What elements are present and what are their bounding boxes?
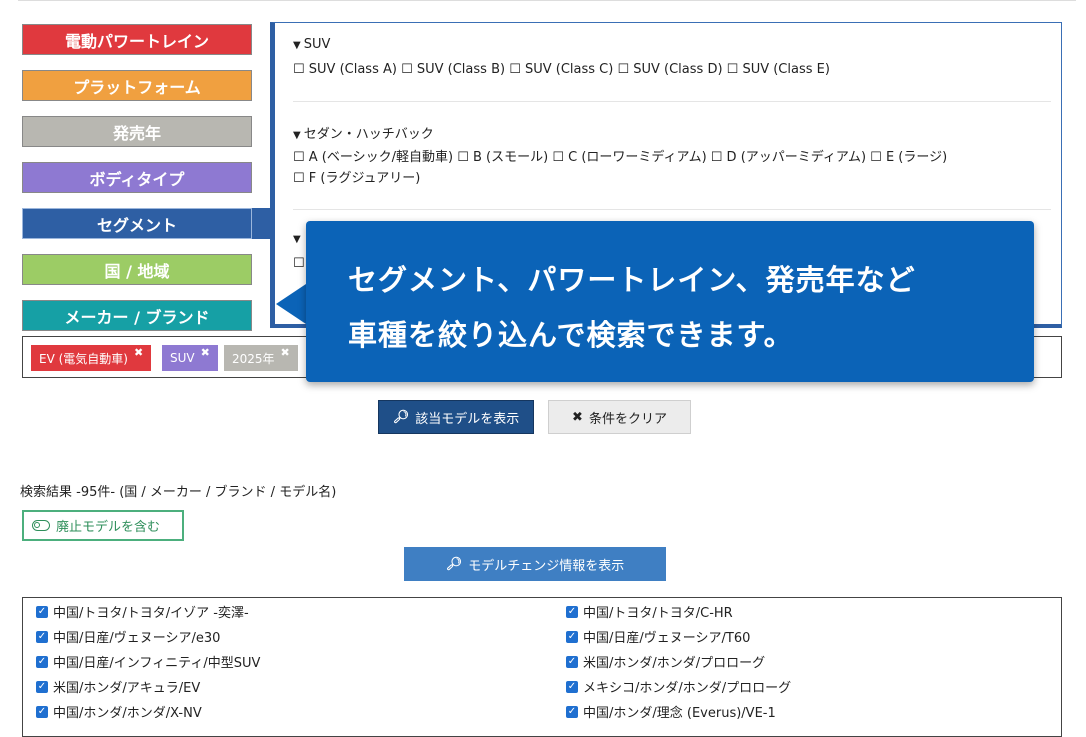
category-segment-button[interactable]: セグメント [22,208,252,239]
checkbox-checked-icon[interactable]: ✓ [36,605,48,618]
list-item[interactable]: ✓ メキシコ/ホンダ/ホンダ/プロローグ [566,677,791,696]
list-item[interactable]: ✓ 中国/日産/インフィニティ/中型SUV [36,652,260,671]
category-ev-powertrain-button[interactable]: 電動パワートレイン [22,24,252,55]
list-item[interactable]: ✓ 米国/ホンダ/アキュラ/EV [36,677,200,696]
results-title: 検索結果 -95件- (国 / メーカー / ブランド / モデル名) [20,485,337,500]
search-icon: 🔎︎ [392,409,410,425]
list-item[interactable]: ✓ 米国/ホンダ/ホンダ/プロローグ [566,652,765,671]
toggle-icon [32,520,50,531]
list-item[interactable]: ✓ 中国/ホンダ/ホンダ/X-NV [36,702,202,721]
category-maker-brand-button[interactable]: メーカー / ブランド [22,300,252,331]
remove-icon[interactable]: ✖ [134,346,143,359]
caret-down-icon: ▼ [293,234,301,245]
sedan-options-row1[interactable]: ☐ A (ベーシック/軽自動車) ☐ B (スモール) ☐ C (ローワーミディ… [293,147,1053,168]
show-models-button[interactable]: 🔎︎ 該当モデルを表示 [378,400,534,434]
checkbox-checked-icon[interactable]: ✓ [36,655,48,668]
group-header-3[interactable]: ▼ [293,231,304,246]
x-icon: ✖ [572,409,583,425]
clear-conditions-button[interactable]: ✖ 条件をクリア [548,400,691,434]
checkbox-checked-icon[interactable]: ✓ [36,630,48,643]
list-item[interactable]: ✓ 中国/日産/ヴェヌーシア/e30 [36,627,220,646]
checkbox-checked-icon[interactable]: ✓ [566,705,578,718]
checkbox-checked-icon[interactable]: ✓ [36,680,48,693]
list-item[interactable]: ✓ 中国/日産/ヴェヌーシア/T60 [566,627,750,646]
checkbox-checked-icon[interactable]: ✓ [566,630,578,643]
chip-ev[interactable]: EV (電気自動車) ✖ [31,345,152,371]
category-country-region-button[interactable]: 国 / 地域 [22,254,252,285]
category-platform-button[interactable]: プラットフォーム [22,70,252,101]
top-divider [18,0,1076,1]
chip-2025[interactable]: 2025年 ✖ [224,345,298,371]
checkbox-checked-icon[interactable]: ✓ [36,705,48,718]
help-tooltip: セグメント、パワートレイン、発売年など 車種を絞り込んで検索できます。 [306,221,1034,382]
tooltip-arrow [276,284,306,324]
checkbox-checked-icon[interactable]: ✓ [566,680,578,693]
divider [293,209,1051,210]
category-release-year-button[interactable]: 発売年 [22,116,252,147]
list-item[interactable]: ✓ 中国/トヨタ/トヨタ/イゾア -奕澤- [36,602,249,621]
divider [293,101,1051,102]
search-icon: 🔎︎ [445,556,463,572]
checkbox-checked-icon[interactable]: ✓ [566,605,578,618]
suv-options[interactable]: ☐ SUV (Class A) ☐ SUV (Class B) ☐ SUV (C… [293,59,1053,80]
sedan-options-row2[interactable]: ☐ F (ラグジュアリー) [293,168,1053,189]
chip-suv[interactable]: SUV ✖ [162,345,218,371]
list-item[interactable]: ✓ 中国/トヨタ/トヨタ/C-HR [566,602,733,621]
remove-icon[interactable]: ✖ [281,346,290,359]
list-item[interactable]: ✓ 中国/ホンダ/理念 (Everus)/VE-1 [566,702,776,721]
group-header-sedan-hatchback[interactable]: ▼ セダン・ハッチバック [293,123,434,142]
checkbox-checked-icon[interactable]: ✓ [566,655,578,668]
caret-down-icon: ▼ [293,130,301,141]
model-change-info-button[interactable]: 🔎︎ モデルチェンジ情報を表示 [404,547,666,581]
remove-icon[interactable]: ✖ [201,346,210,359]
tooltip-text: セグメント、パワートレイン、発売年など 車種を絞り込んで検索できます。 [348,263,916,352]
caret-down-icon: ▼ [293,40,301,51]
category-body-type-button[interactable]: ボディタイプ [22,162,252,193]
include-discontinued-toggle[interactable]: 廃止モデルを含む [22,510,184,541]
group-header-suv[interactable]: ▼ SUV [293,37,330,52]
active-tab-connector [252,208,272,239]
